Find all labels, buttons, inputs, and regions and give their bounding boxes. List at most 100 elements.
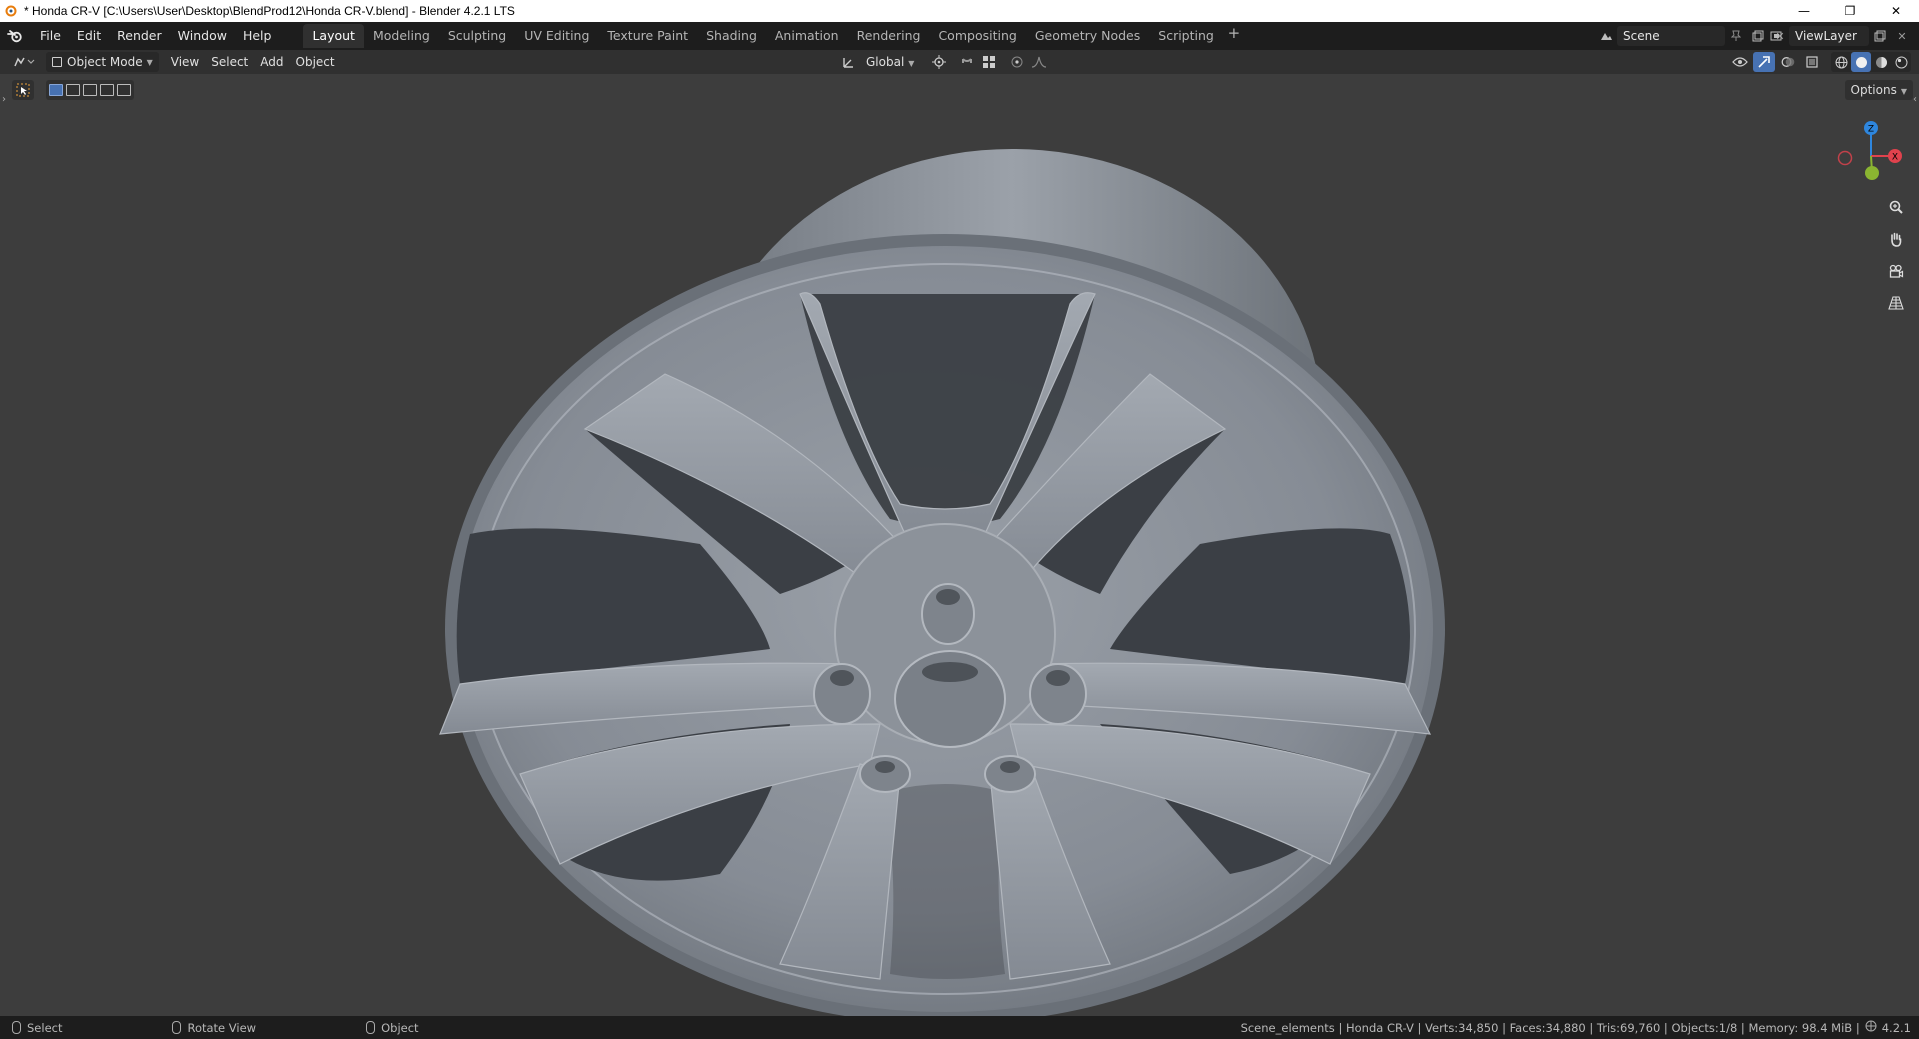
tab-uv-editing[interactable]: UV Editing — [515, 24, 598, 48]
orientation-icon[interactable] — [838, 52, 860, 72]
add-workspace-button[interactable]: + — [1223, 24, 1245, 48]
view-navigation-buttons — [1883, 194, 1909, 316]
select-invert-icon[interactable] — [100, 84, 114, 96]
chevron-down-icon: ▼ — [146, 57, 153, 67]
rendered-shading-icon[interactable] — [1891, 52, 1911, 72]
top-bar: File Edit Render Window Help Layout Mode… — [0, 22, 1919, 50]
select-intersect-icon[interactable] — [117, 84, 131, 96]
view-layer-name-field[interactable]: ViewLayer — [1789, 26, 1869, 46]
proportional-falloff-icon[interactable] — [1028, 52, 1050, 72]
zoom-icon[interactable] — [1883, 194, 1909, 220]
proportional-edit-icon[interactable] — [1006, 52, 1028, 72]
snap-target-icon[interactable] — [978, 52, 1000, 72]
menu-edit[interactable]: Edit — [69, 25, 109, 47]
tab-shading[interactable]: Shading — [697, 24, 766, 48]
transform-tools: Global ▼ — [838, 52, 1050, 72]
close-button[interactable]: ✕ — [1873, 0, 1919, 22]
selection-mode-group — [46, 80, 134, 100]
pan-hand-icon[interactable] — [1883, 226, 1909, 252]
scene-stats-text: Scene_elements | Honda CR-V | Verts:34,8… — [1240, 1020, 1860, 1035]
left-mouse-icon — [12, 1021, 21, 1034]
select-tool-icon[interactable] — [12, 80, 34, 100]
gizmo-x-label: X — [1892, 153, 1898, 163]
window-titlebar: * Honda CR-V [C:\Users\User\Desktop\Blen… — [0, 0, 1919, 22]
scene-statistics: Scene_elements | Honda CR-V | Verts:34,8… — [1241, 1016, 1911, 1039]
tab-sculpting[interactable]: Sculpting — [439, 24, 515, 48]
status-bar: Select Rotate View Object Scene_elements… — [0, 1016, 1919, 1039]
tab-geometry-nodes[interactable]: Geometry Nodes — [1026, 24, 1149, 48]
menu-window[interactable]: Window — [170, 25, 235, 47]
material-preview-icon[interactable] — [1871, 52, 1891, 72]
menu-view[interactable]: View — [165, 52, 205, 72]
tab-scripting[interactable]: Scripting — [1149, 24, 1223, 48]
menu-select[interactable]: Select — [205, 52, 254, 72]
object-mode-dropdown[interactable]: Object Mode ▼ — [46, 52, 159, 72]
object-visibility-icon[interactable] — [1729, 52, 1751, 72]
status-select-hint: Select — [12, 1021, 62, 1035]
main-menu: File Edit Render Window Help — [32, 25, 279, 47]
orientation-dropdown[interactable]: Global ▼ — [860, 52, 920, 72]
menu-help[interactable]: Help — [235, 25, 280, 47]
minimize-button[interactable]: — — [1781, 0, 1827, 22]
delete-view-layer-icon[interactable]: ✕ — [1891, 26, 1913, 46]
blender-logo-icon[interactable] — [0, 22, 30, 50]
new-scene-icon[interactable] — [1747, 26, 1769, 46]
options-label: Options — [1850, 83, 1897, 97]
editor-type-icon[interactable] — [8, 52, 40, 72]
tab-rendering[interactable]: Rendering — [848, 24, 930, 48]
tab-compositing[interactable]: Compositing — [929, 24, 1025, 48]
options-dropdown[interactable]: Options ▼ — [1844, 80, 1913, 100]
viewport-header: Object Mode ▼ View Select Add Object Glo… — [0, 50, 1919, 74]
status-object-label: Object — [381, 1020, 419, 1035]
menu-render[interactable]: Render — [109, 25, 170, 47]
view-layer-selector: ViewLayer ✕ — [1767, 25, 1913, 47]
select-new-icon[interactable] — [49, 84, 63, 96]
blender-version: 4.2.1 — [1881, 1020, 1911, 1035]
view-layer-icon[interactable] — [1767, 26, 1789, 46]
new-view-layer-icon[interactable] — [1869, 26, 1891, 46]
tab-animation[interactable]: Animation — [766, 24, 848, 48]
workspace-tabs: Layout Modeling Sculpting UV Editing Tex… — [303, 24, 1244, 48]
camera-view-icon[interactable] — [1883, 258, 1909, 284]
shading-mode-group — [1831, 52, 1911, 72]
select-extend-icon[interactable] — [66, 84, 80, 96]
navigation-gizmo[interactable]: Z X — [1823, 114, 1913, 204]
tab-layout[interactable]: Layout — [303, 24, 364, 48]
overlay-toggle-icon[interactable] — [1777, 52, 1799, 72]
status-rotate-hint: Rotate View — [172, 1021, 256, 1035]
scene-icon[interactable] — [1595, 26, 1617, 46]
wireframe-shading-icon[interactable] — [1831, 52, 1851, 72]
pivot-point-icon[interactable] — [928, 52, 950, 72]
center-bore-hole — [922, 662, 978, 682]
viewport-tool-settings — [12, 80, 134, 100]
chevron-down-icon: ▼ — [1900, 87, 1907, 96]
3d-viewport[interactable]: Options ▼ › ‹ Z X — [0, 74, 1919, 1016]
snap-toggle-icon[interactable] — [956, 52, 978, 72]
perspective-grid-icon[interactable] — [1883, 290, 1909, 316]
toolbar-expand-icon[interactable]: › — [2, 94, 6, 105]
orientation-label: Global — [866, 55, 905, 69]
scene-name-field[interactable]: Scene — [1617, 26, 1725, 46]
wheel-model[interactable] — [0, 74, 1919, 1016]
sidebar-expand-icon[interactable]: ‹ — [1913, 94, 1917, 105]
menu-file[interactable]: File — [32, 25, 69, 47]
scene-selector: Scene ✕ — [1595, 25, 1791, 47]
solid-shading-icon[interactable] — [1851, 52, 1871, 72]
status-object-hint: Object — [366, 1020, 419, 1035]
gizmo-toggle-icon[interactable] — [1753, 52, 1775, 72]
object-mode-icon — [52, 57, 62, 67]
viewport-display-tools — [1729, 52, 1911, 72]
middle-mouse-icon — [172, 1021, 182, 1034]
menu-add[interactable]: Add — [254, 52, 289, 72]
gizmo-z-label: Z — [1868, 125, 1874, 135]
pin-icon[interactable] — [1725, 26, 1747, 46]
select-subtract-icon[interactable] — [83, 84, 97, 96]
network-icon — [1864, 1020, 1878, 1035]
window-title: * Honda CR-V [C:\Users\User\Desktop\Blen… — [24, 4, 515, 18]
menu-object[interactable]: Object — [290, 52, 341, 72]
tab-texture-paint[interactable]: Texture Paint — [598, 24, 697, 48]
xray-toggle-icon[interactable] — [1801, 52, 1823, 72]
tab-modeling[interactable]: Modeling — [364, 24, 439, 48]
restore-button[interactable]: ❐ — [1827, 0, 1873, 22]
object-mode-label: Object Mode — [67, 55, 143, 69]
